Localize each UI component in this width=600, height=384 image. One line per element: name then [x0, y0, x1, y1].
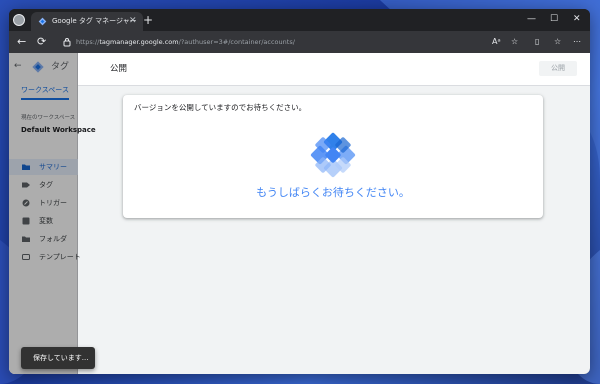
address-toolbar: ← ⟳ https://tagmanager.google.com/?authu…	[9, 31, 590, 53]
split-screen-icon[interactable]: ▯	[535, 36, 539, 47]
read-aloud-icon[interactable]: Aᵃ	[492, 36, 501, 47]
tab-close-icon[interactable]: ✕	[129, 15, 137, 27]
favorites-icon[interactable]: ☆	[554, 36, 561, 47]
reload-button[interactable]: ⟳	[37, 35, 46, 48]
tab-title: Google タグ マネージャー	[52, 17, 137, 25]
url-prefix: https://	[76, 38, 100, 46]
waiting-message: もうしばらくお待ちください。	[256, 186, 410, 199]
publish-button[interactable]: 公開	[539, 61, 577, 76]
modal-scrim	[9, 53, 78, 374]
more-menu-icon[interactable]: ⋯	[573, 36, 581, 47]
snackbar-text: 保存しています...	[33, 354, 89, 362]
saving-snackbar: 保存しています...	[21, 347, 95, 369]
maximize-button[interactable]: ☐	[550, 13, 558, 25]
favorite-star-icon[interactable]: ☆	[511, 36, 518, 47]
gtm-page: ← タグ ワークスペース 現在のワークスペース Default Workspac…	[9, 53, 590, 374]
publishing-message: バージョンを公開していますのでお待ちください。	[134, 103, 307, 112]
gtm-favicon-icon	[38, 17, 47, 26]
back-button[interactable]: ←	[17, 35, 26, 48]
new-tab-button[interactable]: +	[143, 13, 153, 27]
close-window-button[interactable]: ✕	[573, 13, 581, 25]
loading-spinner-icon	[310, 132, 356, 178]
browser-window: Google タグ マネージャー ✕ + — ☐ ✕ ← ⟳ https://t…	[9, 9, 590, 374]
url-host: tagmanager.google.com	[99, 38, 179, 46]
address-bar[interactable]: https://tagmanager.google.com/?authuser=…	[76, 37, 295, 47]
title-bar: Google タグ マネージャー ✕ + — ☐ ✕	[9, 9, 590, 31]
publishing-card: バージョンを公開していますのでお待ちください。 もうしばらくお待ちください。	[123, 95, 543, 218]
page-title: 公開	[110, 64, 128, 74]
browser-tab[interactable]: Google タグ マネージャー ✕	[31, 12, 143, 31]
profile-avatar[interactable]	[13, 14, 25, 26]
main-header: 公開 公開	[78, 53, 590, 86]
url-path: /?authuser=3#/container/accounts/	[178, 38, 295, 46]
minimize-button[interactable]: —	[527, 13, 536, 25]
lock-icon[interactable]	[63, 37, 71, 47]
